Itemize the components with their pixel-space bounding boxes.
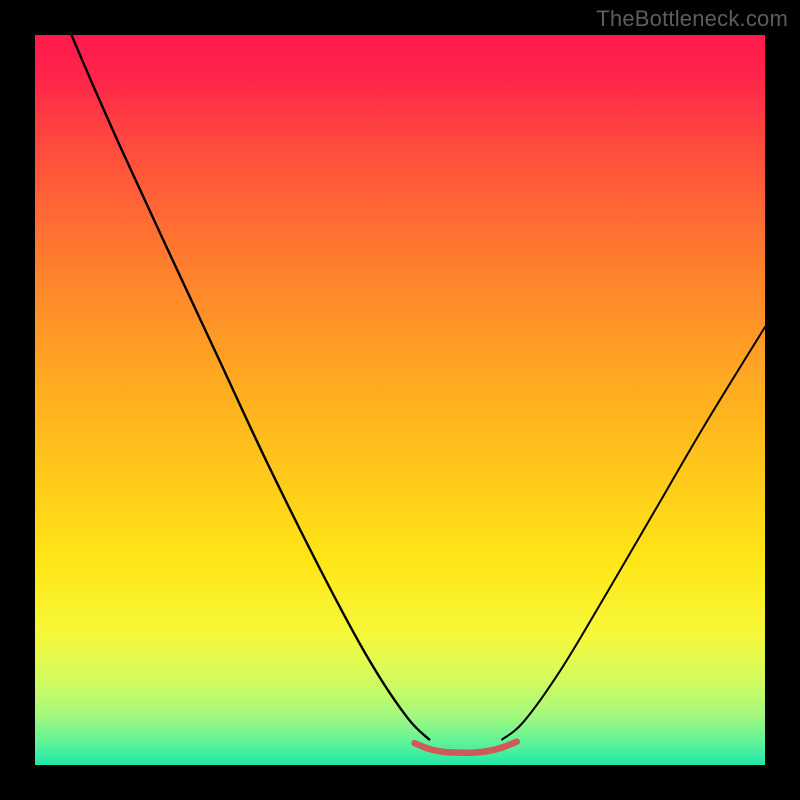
watermark-text: TheBottleneck.com [596, 6, 788, 32]
curve-layer [35, 35, 765, 765]
series-left-arm [72, 35, 430, 739]
series-bottom-flat [415, 742, 517, 753]
plot-area [35, 35, 765, 765]
chart-frame: TheBottleneck.com [0, 0, 800, 800]
series-right-arm [502, 327, 765, 739]
